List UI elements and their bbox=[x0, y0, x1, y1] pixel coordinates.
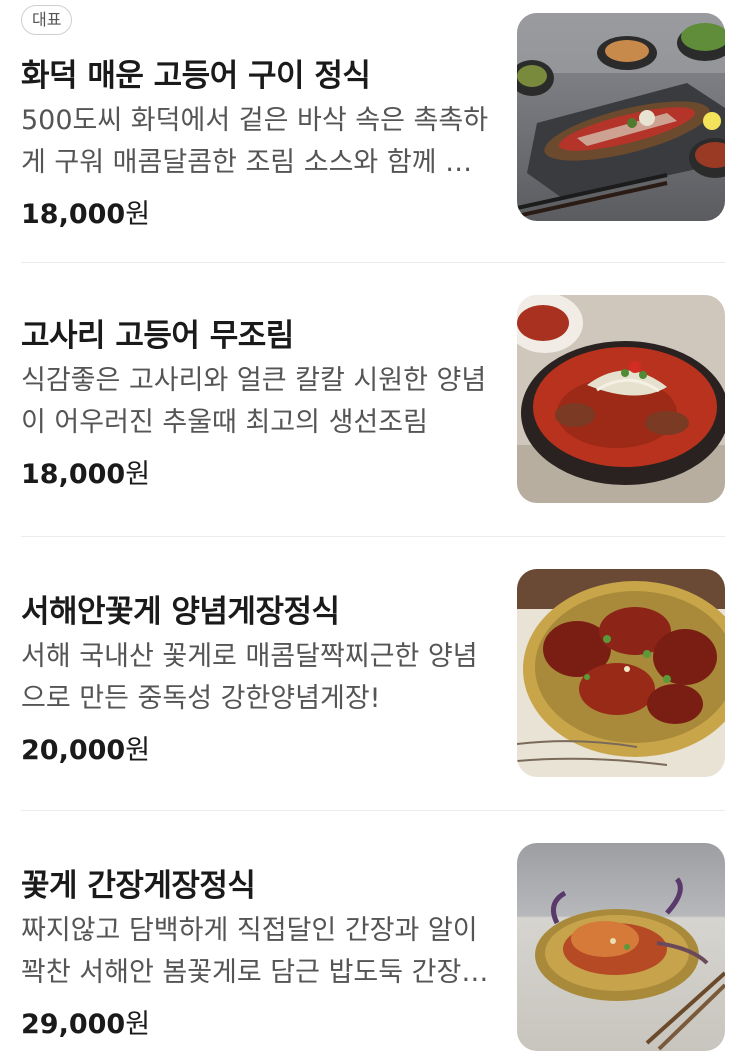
price-amount: 20,000 bbox=[21, 735, 126, 766]
menu-item-name: 고사리 고등어 무조림 bbox=[21, 318, 294, 354]
menu-item-description: 식감좋은 고사리와 얼큰 칼칼 시원한 양념이 어우러진 추울때 최고의 생선조… bbox=[21, 365, 487, 438]
menu-item-braised-mackerel[interactable]: 고사리 고등어 무조림 식감좋은 고사리와 얼큰 칼칼 시원한 양념이 어우러진… bbox=[21, 263, 725, 535]
price-currency: 원 bbox=[125, 735, 151, 766]
spicy-crab-photo-icon[interactable] bbox=[517, 569, 725, 777]
menu-item-name: 화덕 매운 고등어 구이 정식 bbox=[21, 58, 371, 94]
menu-item-price: 18,000원 bbox=[21, 452, 150, 491]
soy-crab-photo-icon[interactable] bbox=[517, 843, 725, 1051]
price-amount: 18,000 bbox=[21, 199, 126, 230]
menu-item-spicy-crab[interactable]: 서해안꽃게 양념게장정식 서해 국내산 꽃게로 매콤달짝찌근한 양념으로 만든 … bbox=[21, 537, 725, 809]
soy-crab-photo-image bbox=[517, 843, 725, 1051]
braised-mackerel-photo-image bbox=[517, 295, 725, 503]
spicy-crab-photo-image bbox=[517, 569, 725, 777]
menu-item-price: 20,000원 bbox=[21, 728, 150, 767]
menu-item-description: 500도씨 화덕에서 겉은 바삭 속은 촉촉하게 구워 매콤달콤한 조림 소스와… bbox=[21, 105, 489, 178]
menu-item-price: 29,000원 bbox=[21, 1002, 150, 1041]
menu-item-description: 서해 국내산 꽃게로 매콤달짝찌근한 양념으로 만든 중독성 강한양념게장! bbox=[21, 641, 478, 714]
menu-item-name: 꽃게 간장게장정식 bbox=[21, 868, 256, 904]
price-amount: 29,000 bbox=[21, 1009, 126, 1040]
price-currency: 원 bbox=[125, 1009, 151, 1040]
braised-mackerel-photo-icon[interactable] bbox=[517, 295, 725, 503]
price-currency: 원 bbox=[125, 459, 151, 490]
menu-item-soy-crab[interactable]: 꽃게 간장게장정식 짜지않고 담백하게 직접달인 간장과 알이꽉찬 서해안 봄꽃… bbox=[21, 811, 725, 1060]
signature-badge: 대표 bbox=[21, 5, 73, 35]
grilled-mackerel-photo-icon[interactable] bbox=[517, 13, 725, 221]
menu-item-description: 짜지않고 담백하게 직접달인 간장과 알이꽉찬 서해안 봄꽃게로 담근 밥도둑 … bbox=[21, 915, 487, 988]
menu-item-name: 서해안꽃게 양념게장정식 bbox=[21, 594, 340, 630]
price-amount: 18,000 bbox=[21, 459, 126, 490]
menu-list: 대표 화덕 매운 고등어 구이 정식 500도씨 화덕에서 겉은 바삭 속은 촉… bbox=[0, 0, 746, 1060]
grilled-mackerel-photo-image bbox=[517, 13, 725, 221]
price-currency: 원 bbox=[125, 199, 151, 230]
menu-item-grilled-mackerel[interactable]: 대표 화덕 매운 고등어 구이 정식 500도씨 화덕에서 겉은 바삭 속은 촉… bbox=[21, 0, 725, 262]
menu-item-price: 18,000원 bbox=[21, 192, 150, 231]
